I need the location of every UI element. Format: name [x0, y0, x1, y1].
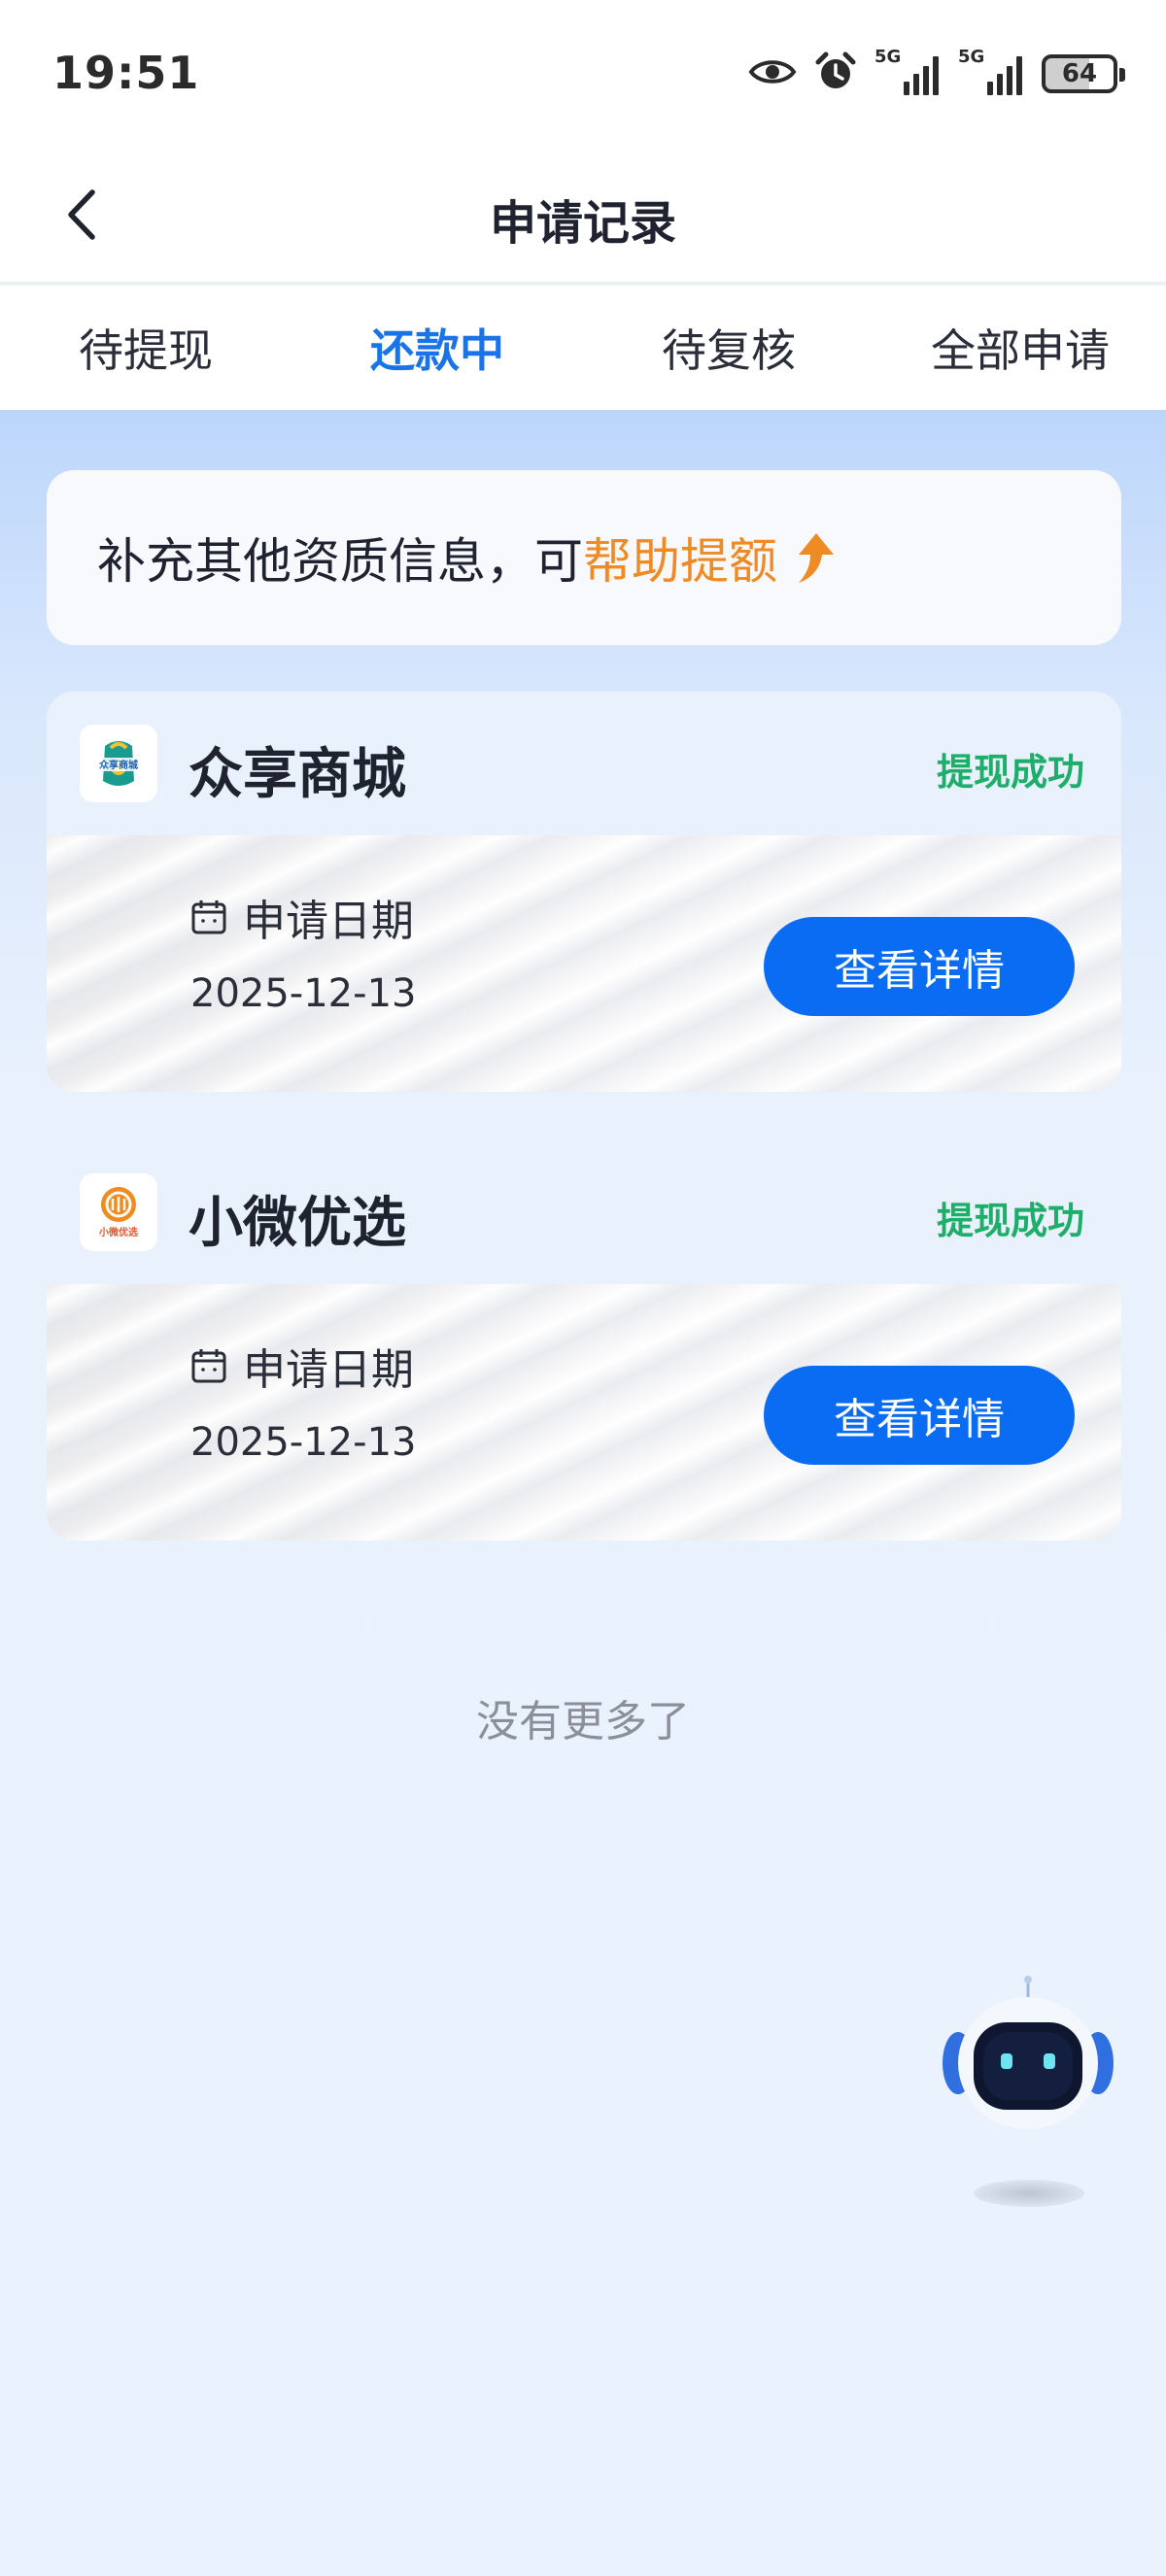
merchant-name: 小微优选 [189, 1192, 406, 1255]
eye-icon [748, 55, 797, 92]
status-icons: 5G 5G 64 [748, 47, 1125, 99]
status-time: 19:51 [52, 47, 200, 99]
tab-pending-review[interactable]: 待复核 [583, 286, 874, 410]
signal-icon: 5G [958, 47, 1024, 95]
page-title: 申请记录 [489, 196, 676, 251]
tab-bar: 待提现 还款中 待复核 全部申请 [0, 286, 1166, 410]
promo-banner[interactable]: 补充其他资质信息，可 帮助提额 [47, 470, 1121, 645]
view-details-button[interactable]: 查看详情 [764, 1366, 1075, 1465]
record-card: 众享商城 众享商城 提现成功 申请日期 2025-12-13 查看详情 [47, 692, 1121, 1092]
alarm-icon [814, 51, 857, 97]
network-type-label: 5G [874, 47, 902, 67]
arrow-up-icon [799, 533, 834, 583]
battery-icon: 64 [1042, 54, 1125, 93]
network-type-label: 5G [958, 47, 985, 67]
status-bar: 19:51 5G 5G 64 [0, 0, 1166, 146]
merchant-logo-text: 众享商城 [99, 759, 138, 771]
merchant-name: 众享商城 [189, 743, 406, 806]
promo-highlight: 帮助提额 [583, 533, 777, 590]
apply-date-label: 申请日期 [190, 1335, 414, 1397]
tab-pending-withdraw[interactable]: 待提现 [0, 286, 292, 410]
app-header: 申请记录 [0, 146, 1166, 284]
merchant-logo: 小微优选 [80, 1173, 157, 1251]
promo-text: 补充其他资质信息，可 [97, 533, 583, 590]
calendar-icon [191, 900, 226, 934]
record-card-body: 申请日期 2025-12-13 查看详情 [47, 1284, 1121, 1541]
apply-date-value: 2025-12-13 [190, 1420, 417, 1465]
tab-repaying[interactable]: 还款中 [292, 286, 583, 410]
tab-all-applications[interactable]: 全部申请 [874, 286, 1166, 410]
robot-shadow [974, 2180, 1084, 2207]
view-details-button[interactable]: 查看详情 [764, 917, 1075, 1016]
record-card-header: 众享商城 众享商城 提现成功 [47, 692, 1121, 835]
calendar-icon [191, 1349, 226, 1383]
robot-assistant-icon[interactable] [939, 1974, 1117, 2178]
apply-date-label-text: 申请日期 [243, 1345, 414, 1395]
apply-date-label-text: 申请日期 [243, 897, 414, 946]
record-card: 小微优选 小微优选 提现成功 申请日期 2025-12-13 查看详情 [47, 1140, 1121, 1541]
battery-level: 64 [1061, 59, 1098, 88]
record-card-body: 申请日期 2025-12-13 查看详情 [47, 835, 1121, 1092]
record-card-header: 小微优选 小微优选 提现成功 [47, 1140, 1121, 1284]
merchant-logo-text: 小微优选 [98, 1226, 138, 1238]
apply-date-label: 申请日期 [190, 886, 414, 948]
apply-date-value: 2025-12-13 [190, 971, 417, 1016]
status-badge: 提现成功 [936, 751, 1084, 794]
no-more-text: 没有更多了 [476, 1697, 690, 1746]
status-badge: 提现成功 [936, 1200, 1084, 1242]
merchant-logo: 众享商城 [80, 725, 157, 802]
signal-icon: 5G [874, 47, 941, 95]
